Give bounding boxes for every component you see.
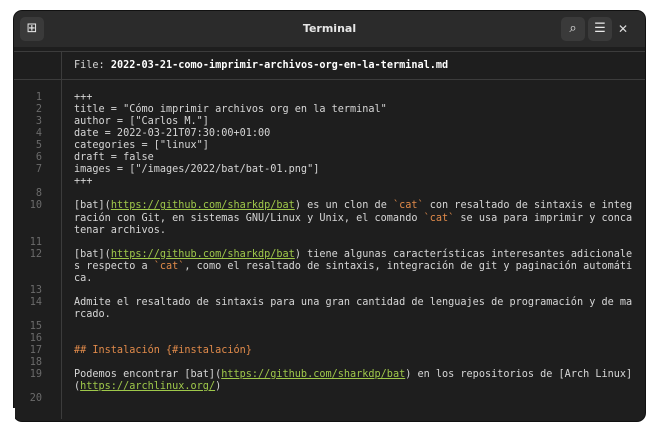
line-number: 14 bbox=[29, 296, 42, 308]
file-label: File: bbox=[74, 60, 105, 71]
text-segment: Podemos encontrar [bat]( bbox=[74, 369, 222, 381]
link-text[interactable]: https://github.com/sharkdp/bat bbox=[111, 200, 295, 211]
title-bar: ⊞ Terminal ⌕ ☰ ✕ bbox=[14, 11, 645, 47]
text-segment: +++ bbox=[74, 92, 93, 103]
terminal-content[interactable]: File: 2022-03-21-como-imprimir-archivos-… bbox=[14, 47, 645, 421]
line-text: ca. bbox=[74, 273, 92, 285]
line-text: Admite el resaltado de sintaxis para una… bbox=[74, 297, 632, 309]
line-text: rcado. bbox=[74, 309, 111, 321]
cursor bbox=[8, 408, 15, 419]
line-number: 8 bbox=[35, 188, 42, 200]
line-number: 13 bbox=[29, 284, 42, 296]
text-segment: ) en los repositorios de [Arch Linux] bbox=[405, 369, 633, 381]
terminal-window: ⊞ Terminal ⌕ ☰ ✕ File: 2022-03-21-como-i… bbox=[14, 11, 645, 421]
line-number: 12 bbox=[29, 248, 42, 260]
line-text: +++ bbox=[74, 176, 92, 188]
line-number: 6 bbox=[35, 152, 42, 164]
text-segment: author = ["Carlos M."] bbox=[74, 116, 209, 128]
line-number: 10 bbox=[29, 200, 42, 212]
line-text: images = ["/images/2022/bat/bat-01.png"] bbox=[74, 164, 319, 176]
gutter-divider-header bbox=[61, 51, 62, 79]
text-segment: ) bbox=[215, 381, 222, 393]
line-text: date = 2022-03-21T07:30:00+01:00 bbox=[74, 128, 270, 140]
prompt-char: : bbox=[0, 407, 7, 418]
line-text: title = "Cómo imprimir archivos org en l… bbox=[74, 104, 387, 116]
text-segment: Admite el resaltado de sintaxis para una… bbox=[74, 296, 633, 308]
text-segment: categories = ["linux"] bbox=[74, 140, 209, 152]
window-title: Terminal bbox=[302, 22, 357, 35]
search-button[interactable]: ⌕ bbox=[561, 17, 585, 41]
line-number: 17 bbox=[29, 345, 42, 357]
text-segment: tenar archivos. bbox=[74, 224, 167, 236]
text-segment: ración con Git, en sistemas GNU/Linux y … bbox=[74, 212, 424, 224]
link-text[interactable]: https://github.com/sharkdp/bat bbox=[111, 249, 295, 260]
line-number: 15 bbox=[29, 320, 42, 332]
text-segment: title = "Cómo imprimir archivos org en l… bbox=[74, 104, 387, 116]
link-text[interactable]: https://archlinux.org/ bbox=[80, 381, 215, 392]
top-rule bbox=[14, 51, 645, 52]
text-segment: s respecto a bbox=[74, 260, 154, 272]
search-icon: ⌕ bbox=[569, 21, 577, 36]
text-segment: date = 2022-03-21T07:30:00+01:00 bbox=[74, 128, 271, 140]
line-text: draft = false bbox=[74, 152, 154, 164]
gutter-divider bbox=[61, 79, 62, 419]
text-segment: ) es un clon de bbox=[294, 200, 393, 212]
line-number: 19 bbox=[29, 369, 42, 381]
text-segment: [bat]( bbox=[74, 200, 111, 212]
line-number: 4 bbox=[35, 128, 42, 140]
inline-code: `cat` bbox=[153, 260, 185, 272]
menu-button[interactable]: ☰ bbox=[588, 17, 612, 41]
line-number: 1 bbox=[35, 92, 42, 103]
pager-prompt[interactable]: : bbox=[0, 407, 20, 419]
line-text: [bat](https://github.com/sharkdp/bat) es… bbox=[74, 200, 632, 212]
inline-code: `cat` bbox=[392, 200, 424, 212]
line-number: 5 bbox=[35, 140, 42, 152]
line-number: 2 bbox=[35, 104, 42, 116]
line-number: 3 bbox=[35, 116, 42, 128]
line-text: Podemos encontrar [bat](https://github.c… bbox=[74, 369, 632, 381]
text-segment: rcado. bbox=[74, 308, 111, 320]
inline-code: `cat` bbox=[423, 212, 455, 224]
file-header: File: 2022-03-21-como-imprimir-archivos-… bbox=[74, 60, 448, 71]
link-text[interactable]: https://github.com/sharkdp/bat bbox=[221, 369, 405, 380]
line-text: ración con Git, en sistemas GNU/Linux y … bbox=[74, 213, 632, 225]
close-icon: ✕ bbox=[617, 22, 629, 36]
text-segment: [bat]( bbox=[74, 248, 111, 260]
line-text: s respecto a `cat`, como el resaltado de… bbox=[74, 261, 632, 273]
line-text: ## Instalación {#instalación} bbox=[74, 345, 252, 357]
line-text: +++ bbox=[74, 92, 92, 104]
text-segment: draft = false bbox=[74, 152, 154, 164]
line-number: 18 bbox=[29, 357, 42, 369]
text-segment: ca. bbox=[74, 272, 93, 284]
line-text: tenar archivos. bbox=[74, 225, 166, 237]
line-text: author = ["Carlos M."] bbox=[74, 116, 209, 128]
text-segment: se usa para imprimir y conca bbox=[454, 212, 633, 224]
close-button[interactable]: ✕ bbox=[611, 17, 635, 41]
line-number: 20 bbox=[29, 393, 42, 405]
markdown-heading: ## Instalación {#instalación} bbox=[74, 345, 252, 357]
line-text: categories = ["linux"] bbox=[74, 140, 209, 152]
menu-icon: ☰ bbox=[594, 21, 606, 36]
line-number: 16 bbox=[29, 333, 42, 344]
file-name: 2022-03-21-como-imprimir-archivos-org-en… bbox=[110, 60, 449, 71]
line-text: (https://archlinux.org/) bbox=[74, 381, 221, 393]
header-rule bbox=[14, 79, 645, 80]
text-segment: images = ["/images/2022/bat/bat-01.png"] bbox=[74, 164, 320, 176]
text-segment: , como el resaltado de sintaxis, integra… bbox=[184, 260, 633, 272]
text-segment: con resaltado de sintaxis e integ bbox=[423, 200, 633, 212]
line-text: [bat](https://github.com/sharkdp/bat) ti… bbox=[74, 249, 632, 261]
text-segment: +++ bbox=[74, 176, 93, 188]
line-number: 11 bbox=[29, 236, 42, 248]
line-number: 7 bbox=[35, 164, 42, 176]
text-segment: ) tiene algunas características interesa… bbox=[294, 248, 633, 260]
